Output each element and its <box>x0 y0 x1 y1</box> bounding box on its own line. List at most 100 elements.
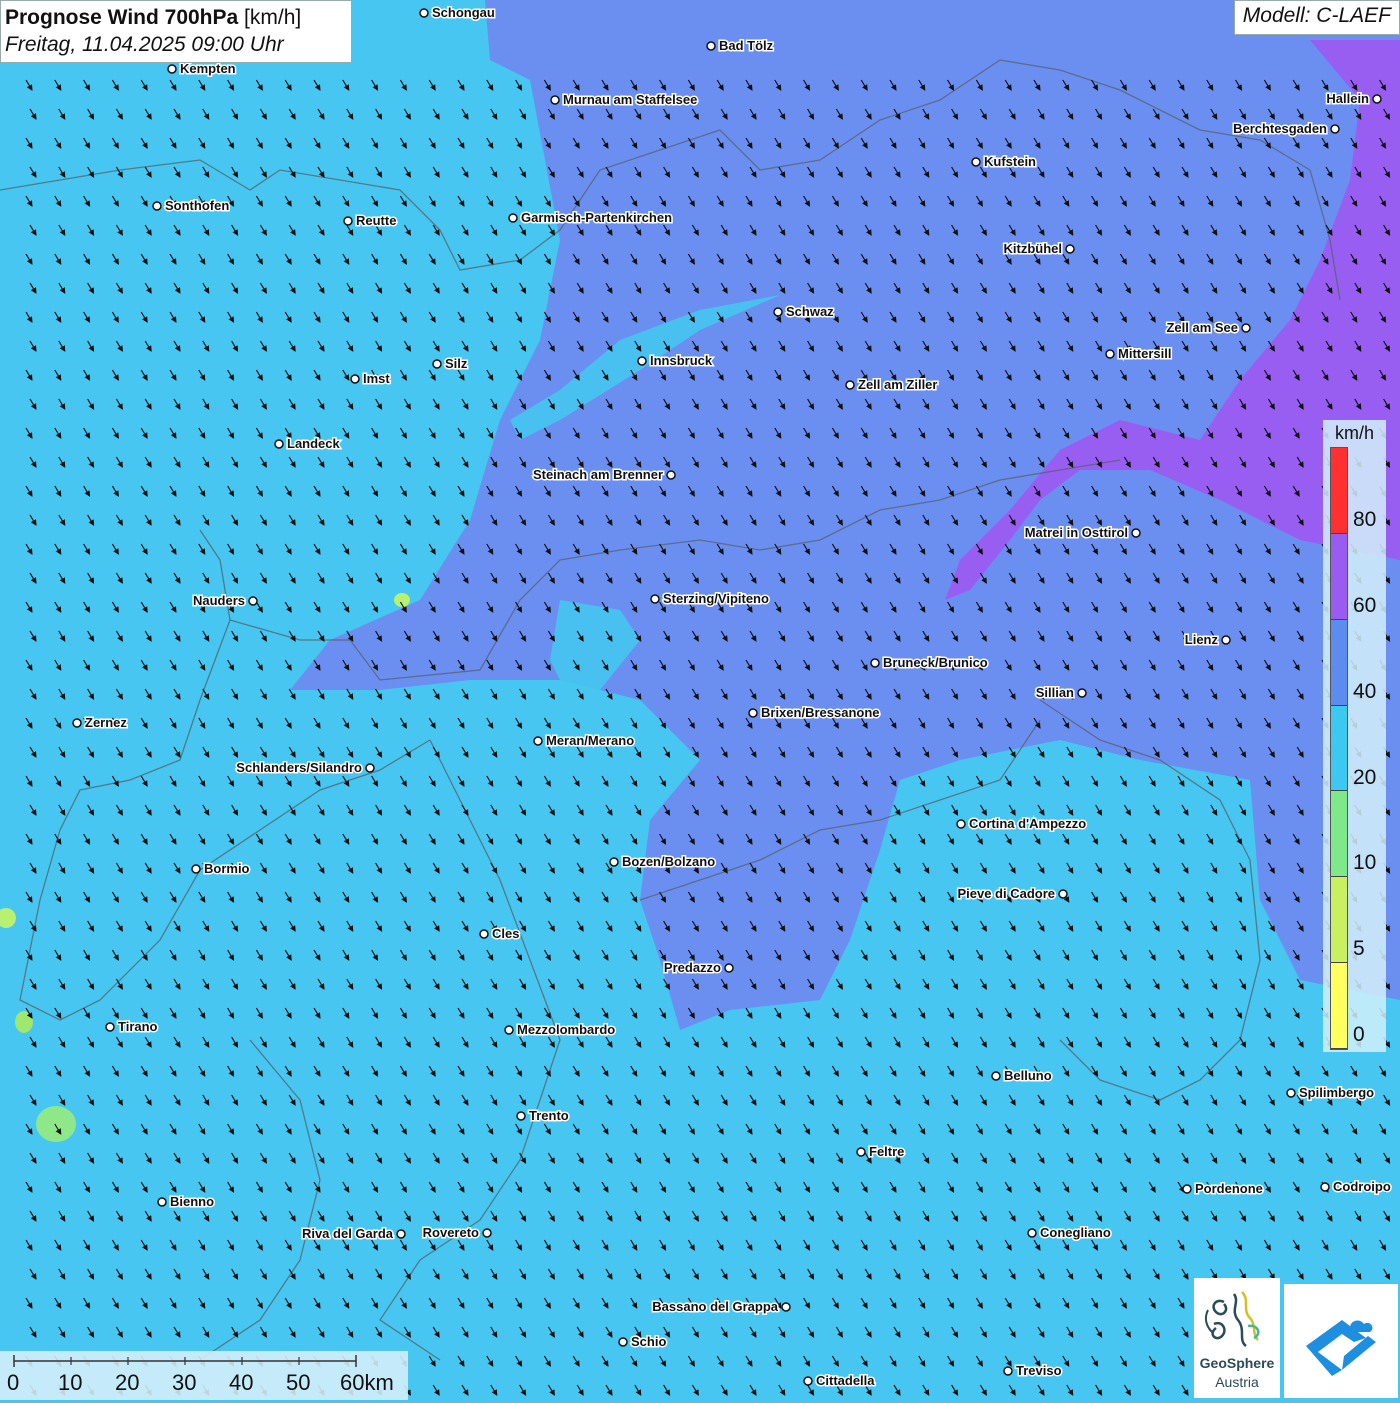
city-label: Innsbruck <box>650 353 713 368</box>
city-label: Bassano del Grappa <box>652 1299 778 1314</box>
city-dot-icon <box>550 95 560 105</box>
city-dot-icon <box>870 658 880 668</box>
legend-tick-label: 10 <box>1353 851 1377 875</box>
legend-color-segment <box>1331 619 1347 706</box>
city-dot-icon <box>1182 1184 1192 1194</box>
city-dot-icon <box>1241 323 1251 333</box>
city-label: Schio <box>631 1334 666 1349</box>
city-dot-icon <box>508 213 518 223</box>
wind-field-10-20-spot <box>36 1106 76 1142</box>
city-dot-icon <box>1003 1366 1013 1376</box>
geosphere-logo-line2: Austria <box>1215 1374 1259 1390</box>
city-dot-icon <box>479 929 489 939</box>
map-title: Prognose Wind 700hPa [km/h] <box>5 4 347 31</box>
city-label: Matrei in Osttirol <box>1025 525 1128 540</box>
city-label: Brixen/Bressanone <box>761 705 880 720</box>
scale-label: 30 <box>172 1370 197 1395</box>
city-label: Reutte <box>356 213 396 228</box>
forecast-datetime: Freitag, 11.04.2025 09:00 Uhr <box>5 33 284 56</box>
title-panel: Prognose Wind 700hPa [km/h] Freitag, 11.… <box>0 0 352 63</box>
city-label: Kitzbühel <box>1004 241 1063 256</box>
city-label: Trento <box>529 1108 569 1123</box>
city-dot-icon <box>516 1111 526 1121</box>
legend-color-segment <box>1331 963 1347 1049</box>
city-label: Rovereto <box>423 1225 479 1240</box>
city-label: Schlanders/Silandro <box>236 760 362 775</box>
city-label: Sillian <box>1036 685 1074 700</box>
city-dot-icon <box>152 201 162 211</box>
city-label: Zell am See <box>1166 320 1238 335</box>
scale-label: 40 <box>229 1370 254 1395</box>
city-dot-icon <box>1058 889 1068 899</box>
city-label: Steinach am Brenner <box>533 467 663 482</box>
color-legend: km/h 80 60 40 20 10 5 0 <box>1323 420 1386 1052</box>
city-dot-icon <box>343 216 353 226</box>
city-dot-icon <box>781 1302 791 1312</box>
city-label: Meran/Merano <box>546 733 634 748</box>
city-dot-icon <box>1105 349 1115 359</box>
city-label: Hallein <box>1326 91 1369 106</box>
city-label: Codroipo <box>1333 1179 1391 1194</box>
city-dot-icon <box>1027 1228 1037 1238</box>
city-dot-icon <box>419 8 429 18</box>
scale-label: 0 <box>7 1370 20 1395</box>
city-label: Lienz <box>1185 632 1219 647</box>
city-label: Imst <box>363 371 390 386</box>
city-label: Treviso <box>1016 1363 1062 1378</box>
city-label: Conegliano <box>1040 1225 1111 1240</box>
city-dot-icon <box>609 857 619 867</box>
city-dot-icon <box>72 718 82 728</box>
city-dot-icon <box>748 708 758 718</box>
legend-color-bar <box>1330 447 1348 1050</box>
map-title-main: Prognose Wind 700hPa <box>5 6 239 29</box>
mountain-cloud-icon <box>1306 1320 1376 1376</box>
city-dot-icon <box>724 963 734 973</box>
city-dot-icon <box>191 864 201 874</box>
city-label: Tirano <box>118 1019 158 1034</box>
city-dot-icon <box>1330 124 1340 134</box>
city-label: Spilimbergo <box>1299 1085 1374 1100</box>
city-label: Predazzo <box>664 960 721 975</box>
city-label: Sterzing/Vipiteno <box>663 591 769 606</box>
city-label: Zell am Ziller <box>858 377 937 392</box>
map-title-unit: [km/h] <box>244 6 302 29</box>
city-dot-icon <box>1221 635 1231 645</box>
scale-label: 10 <box>58 1370 83 1395</box>
partner-logo <box>1284 1284 1398 1398</box>
city-dot-icon <box>706 41 716 51</box>
city-label: Bruneck/Brunico <box>883 655 988 670</box>
city-label: Landeck <box>287 436 341 451</box>
city-label: Kufstein <box>984 154 1036 169</box>
city-dot-icon <box>248 596 258 606</box>
city-dot-icon <box>1320 1182 1330 1192</box>
legend-tick-label: 80 <box>1353 508 1377 531</box>
city-label: Bienno <box>170 1194 214 1209</box>
legend-color-segment <box>1331 448 1347 534</box>
city-label: Mezzolombardo <box>517 1022 615 1037</box>
city-label: Belluno <box>1004 1068 1052 1083</box>
city-dot-icon <box>618 1337 628 1347</box>
city-dot-icon <box>845 380 855 390</box>
city-dot-icon <box>274 439 284 449</box>
scale-bar: 0 10 20 30 40 50 60km <box>0 1351 408 1400</box>
city-dot-icon <box>637 356 647 366</box>
legend-tick-label: 20 <box>1353 765 1377 789</box>
city-label: Garmisch-Partenkirchen <box>521 210 672 225</box>
city-dot-icon <box>971 157 981 167</box>
city-dot-icon <box>956 819 966 829</box>
city-dot-icon <box>650 594 660 604</box>
city-dot-icon <box>533 736 543 746</box>
city-dot-icon <box>350 374 360 384</box>
city-label: Pordenone <box>1195 1181 1263 1196</box>
wind-map: Schongau Bad Tölz Kempten Murnau am Staffel… <box>0 0 1400 1400</box>
city-label: Berchtesgaden <box>1233 121 1327 136</box>
city-dot-icon <box>773 307 783 317</box>
city-label: Sonthofen <box>165 198 229 213</box>
city-dot-icon <box>504 1025 514 1035</box>
city-dot-icon <box>1065 244 1075 254</box>
city-label: Zernez <box>85 715 127 730</box>
city-dot-icon <box>856 1147 866 1157</box>
city-dot-icon <box>666 470 676 480</box>
geosphere-logo-line1: GeoSphere <box>1199 1355 1275 1371</box>
city-label: Schongau <box>432 5 495 20</box>
